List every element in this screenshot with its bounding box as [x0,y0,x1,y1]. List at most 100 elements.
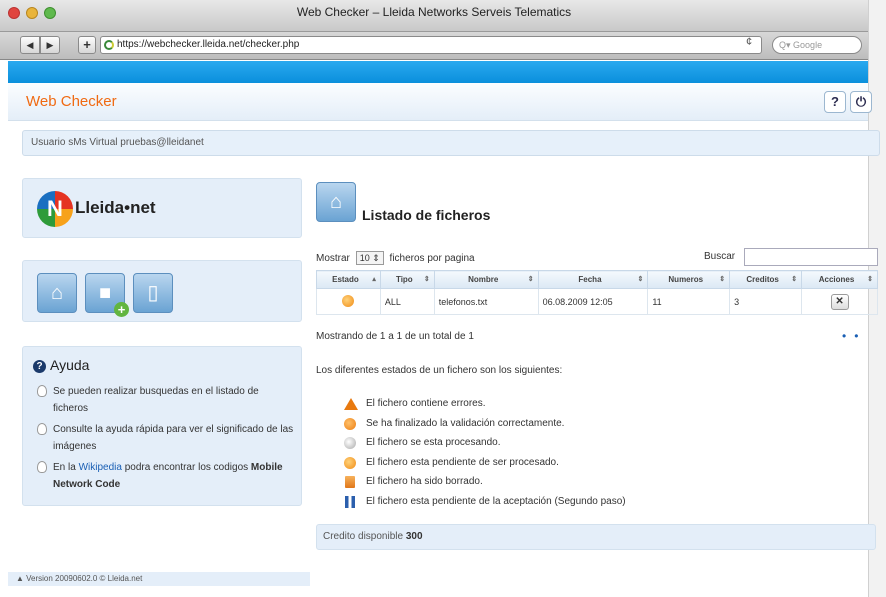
help-title: ? Ayuda [33,357,89,373]
cell-estado [316,288,381,315]
column-header-tipo[interactable]: Tipo ⇕ [379,270,435,289]
column-header-estado[interactable]: Estado ▴ [316,270,381,289]
navigation-panel: ⌂ ■ + ▯ [22,260,302,322]
sort-icon: ⇕ [637,276,644,283]
file-icon[interactable]: ▯ [133,273,173,313]
pending-icon [344,456,356,469]
legend-item: El fichero ha sido borrado. [344,475,626,495]
app-header: Web Checker ? ⏻ [8,83,872,121]
column-header-acciones[interactable]: Acciones ⇕ [801,270,878,289]
cell-nombre: telefonos.txt [433,288,539,315]
per-page-label: ficheros por pagina [389,253,475,264]
pause-icon [345,495,355,508]
page-size-control: Mostrar 10 ⇕ ficheros por pagina [316,251,475,265]
legend-item: Se ha finalizado la validación correctam… [344,417,626,437]
help-tip-text: Se pueden realizar busquedas en el lista… [53,386,259,414]
reload-icon[interactable]: ¢ [746,36,752,48]
legend-text: Se ha finalizado la validación correctam… [366,417,565,429]
add-bookmark-button[interactable]: + [78,36,96,54]
sort-icon: ⇕ [423,276,430,283]
lightbulb-icon [37,423,47,435]
column-header-fecha[interactable]: Fecha ⇕ [537,270,649,289]
browser-toolbar: ◀ ▶ + https://webchecker.lleida.net/chec… [0,32,868,60]
deleted-icon [345,476,355,489]
help-question-icon: ? [33,360,46,373]
ok-icon [344,417,356,430]
pagination[interactable]: •• [842,329,866,343]
page-size-select[interactable]: 10 ⇕ [355,251,384,265]
site-icon [104,40,114,50]
help-tip: Se pueden realizar busquedas en el lista… [37,383,295,417]
pending-status-icon [342,294,355,307]
sort-icon: ⇕ [791,276,798,283]
table-header-row: Estado ▴ Tipo ⇕ Nombre ⇕ Fecha ⇕ Numeros ⇕ Cr… [316,270,878,289]
home-icon: ⌂ [316,182,356,222]
column-header-creditos[interactable]: Creditos ⇕ [729,270,803,289]
sort-icon: ⇕ [527,276,534,283]
browser-search-placeholder: Google [793,40,823,50]
help-panel: ? Ayuda Se pueden realizar busquedas en e… [22,346,302,506]
table-controls: Mostrar 10 ⇕ ficheros por pagina Buscar [316,248,878,268]
cell-acciones: ✕ [801,288,878,315]
back-button[interactable]: ◀ [20,36,40,54]
logo-letter: N [47,196,63,221]
legend-text: El fichero esta pendiente de ser procesa… [366,456,559,468]
help-tip: En la Wikipedia podra encontrar los codi… [37,459,295,493]
credit-label: Credito disponible [323,531,404,542]
sort-icon: ⇕ [719,276,726,283]
help-tip-text: Consulte la ayuda rápida para ver el sig… [53,424,294,452]
version-footer: ▲ Version 20090602.0 © Lleida.net [8,572,310,586]
top-banner [8,61,868,83]
logo-panel: N Lleida•net [22,178,302,238]
help-title-text: Ayuda [50,357,90,373]
page-size-value: 10 [359,253,370,263]
logo-text: Lleida•net [75,198,156,217]
user-info-bar: Usuario sMs Virtual pruebas@lleidanet [22,130,880,156]
wikipedia-link[interactable]: Wikipedia [79,462,122,473]
browser-search-field[interactable]: Q▾ Google [772,36,862,54]
delete-file-button[interactable]: ✕ [830,293,849,310]
legend-text: El fichero se esta procesando. [366,437,501,449]
table-info: Mostrando de 1 a 1 de un total de 1 [316,331,474,342]
legend-item: El fichero esta pendiente de ser procesa… [344,456,626,476]
address-bar-url: https://webchecker.lleida.net/checker.ph… [117,39,300,50]
forward-button[interactable]: ▶ [40,36,60,54]
legend-item: El fichero contiene errores. [344,397,626,417]
plus-badge-icon: + [114,302,129,317]
help-icon[interactable]: ? [824,91,846,113]
power-icon[interactable]: ⏻ [850,91,872,113]
sort-icon: ⇕ [867,276,873,283]
cell-numeros: 11 [647,288,731,315]
files-table: Estado ▴ Tipo ⇕ Nombre ⇕ Fecha ⇕ Numeros ⇕ Cr… [316,270,878,315]
help-tip-middle: podra encontrar los codigos [121,462,251,473]
show-label: Mostrar [316,253,350,264]
legend-item: El fichero se esta procesando. [344,436,626,456]
credit-bar: Credito disponible 300 [316,524,876,550]
search-input[interactable] [744,248,878,266]
help-tip-prefix: En la [53,462,79,473]
lightbulb-icon [37,385,47,397]
search-menu-icon: Q▾ [779,40,791,50]
legend-text: El fichero contiene errores. [366,398,486,409]
home-icon[interactable]: ⌂ [37,273,77,313]
cell-tipo: ALL [379,288,435,315]
legend-item: El fichero esta pendiente de la aceptaci… [344,495,626,515]
cell-fecha: 06.08.2009 12:05 [537,288,649,315]
page-title: Listado de ficheros [362,207,491,223]
sort-asc-icon: ▴ [372,276,376,283]
status-legend-intro: Los diferentes estados de un fichero son… [316,365,563,376]
column-header-nombre[interactable]: Nombre ⇕ [433,270,539,289]
warning-icon [344,398,358,410]
legend-text: El fichero ha sido borrado. [366,476,483,488]
processing-icon [344,437,356,450]
status-legend: El fichero contiene errores. Se ha final… [344,397,626,515]
app-title: Web Checker [26,93,117,110]
column-header-numeros[interactable]: Numeros ⇕ [647,270,731,289]
address-bar[interactable]: https://webchecker.lleida.net/checker.ph… [100,36,762,54]
search-label: Buscar [704,251,736,262]
legend-text: El fichero esta pendiente de la aceptaci… [366,495,626,507]
credit-value: 300 [405,531,423,542]
cell-creditos: 3 [729,288,803,315]
add-file-icon[interactable]: ■ + [85,273,129,317]
table-row: ALL telefonos.txt 06.08.2009 12:05 11 3 … [316,288,878,315]
